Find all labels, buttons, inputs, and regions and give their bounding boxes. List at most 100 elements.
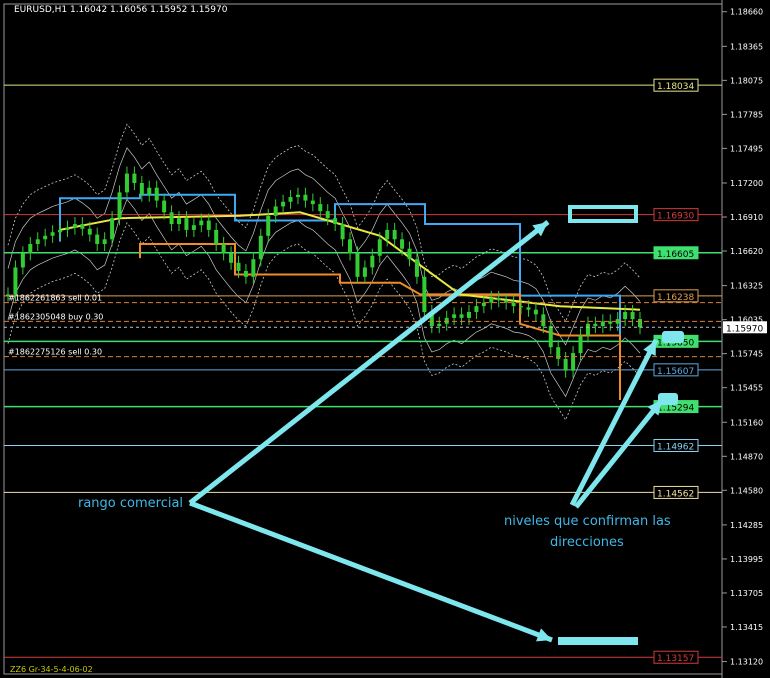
candle-body [199,220,204,226]
candle-body [444,317,449,324]
candle-body [50,232,55,236]
candle-body [110,218,115,240]
candle-body [348,239,353,254]
y-tick-label: 1.15455 [730,384,763,393]
candle-body [191,225,196,230]
highlight-box [658,393,678,405]
candle-body [370,255,375,268]
level-label: 1.14562 [657,489,694,499]
candle-body [139,182,144,195]
chart-frame [3,3,723,675]
candle-body [630,312,635,320]
candle-body [459,314,464,318]
y-tick-label: 1.13415 [730,623,763,632]
candle-body [177,218,182,225]
annotation-text: direcciones [550,535,624,550]
y-tick-label: 1.15160 [730,418,763,427]
candle-body [385,229,390,240]
candle-body [87,228,92,235]
y-tick-label: 1.18365 [730,42,763,51]
level-label: 1.16238 [657,293,694,303]
candle-body [124,173,129,193]
highlight-box [662,331,684,343]
highlight-box [558,637,638,645]
candle-body [452,314,457,318]
y-tick-label: 1.16325 [730,282,763,291]
candle-body [221,243,226,254]
y-tick-label: 1.13995 [730,555,763,564]
candle-body [35,239,40,244]
level-label: 1.16930 [657,212,694,222]
candle-body [281,201,286,207]
candle-body [288,197,293,202]
level-label: 1.13157 [657,654,694,664]
candle-body [72,224,77,228]
candle-body [571,353,576,371]
candle-body [474,306,479,313]
candle-body [266,215,271,236]
candle-body [80,224,85,229]
channel-step-line [139,243,621,400]
candle-body [13,267,18,295]
y-tick-label: 1.16910 [730,213,763,222]
candle-body [214,229,219,244]
candle-body [496,297,501,301]
candle-body [593,323,598,327]
candle-body [362,267,367,277]
y-tick-label: 1.18075 [730,76,763,85]
lower-band [7,198,641,398]
candle-body [236,262,241,271]
candle-body [392,229,397,240]
annotation-text: rango comercial [78,496,183,511]
candle-body [563,358,568,371]
candle-body [303,194,308,201]
candle-body [162,200,167,213]
candle-body [132,173,137,183]
candle-body [422,276,427,313]
candle-body [400,239,405,249]
y-tick-label: 1.14285 [730,521,763,530]
y-tick-label: 1.18660 [730,8,763,17]
y-tick-label: 1.14870 [730,452,763,461]
candle-body [355,253,360,277]
candle-body [147,187,152,195]
candle-body [548,326,553,348]
candle-body [333,218,338,225]
annotation-text: niveles que confirman las [504,514,671,529]
candle-body [511,302,516,307]
y-tick-label: 1.13705 [730,589,763,598]
chart-title: EURUSD,H1 1.16042 1.16056 1.15952 1.1597… [14,5,228,15]
y-tick-label: 1.15745 [730,350,763,359]
order-label: #1862275126 sell 0.30 [8,348,102,357]
candle-body [600,321,605,327]
candle-body [28,243,33,254]
candle-body [407,248,412,260]
candle-body [102,239,107,244]
candle-body [578,335,583,354]
price-chart[interactable]: 1.18660 1.18365 1.18075 1.17785 1.17495 1.172… [0,0,770,678]
y-tick-label: 1.17785 [730,110,763,119]
level-label: 1.18034 [657,82,694,92]
candle-body [169,212,174,225]
current-price-label: 1.15970 [726,324,763,334]
level-label: 1.15294 [657,404,694,414]
candle-body [638,319,642,328]
order-label: #1862305048 buy 0.30 [8,312,103,321]
candle-body [206,220,211,230]
candle-body [318,204,323,212]
candle-body [481,302,486,307]
candle-body [65,227,70,230]
order-label: #1862261863 sell 0.01 [8,294,102,303]
level-label: 1.14962 [657,443,694,453]
indicator-label: ZZ6 Gr-34-5-4-06-02 [10,665,93,674]
candle-body [466,312,471,318]
candle-body [295,194,300,198]
candle-body [414,259,419,277]
candle-body [325,211,330,219]
candle-body [58,229,63,233]
candle-body [20,253,25,268]
candle-body [541,314,546,327]
highlight-box [568,205,638,223]
candle-body [43,235,48,240]
annotation-arrow [188,220,550,505]
